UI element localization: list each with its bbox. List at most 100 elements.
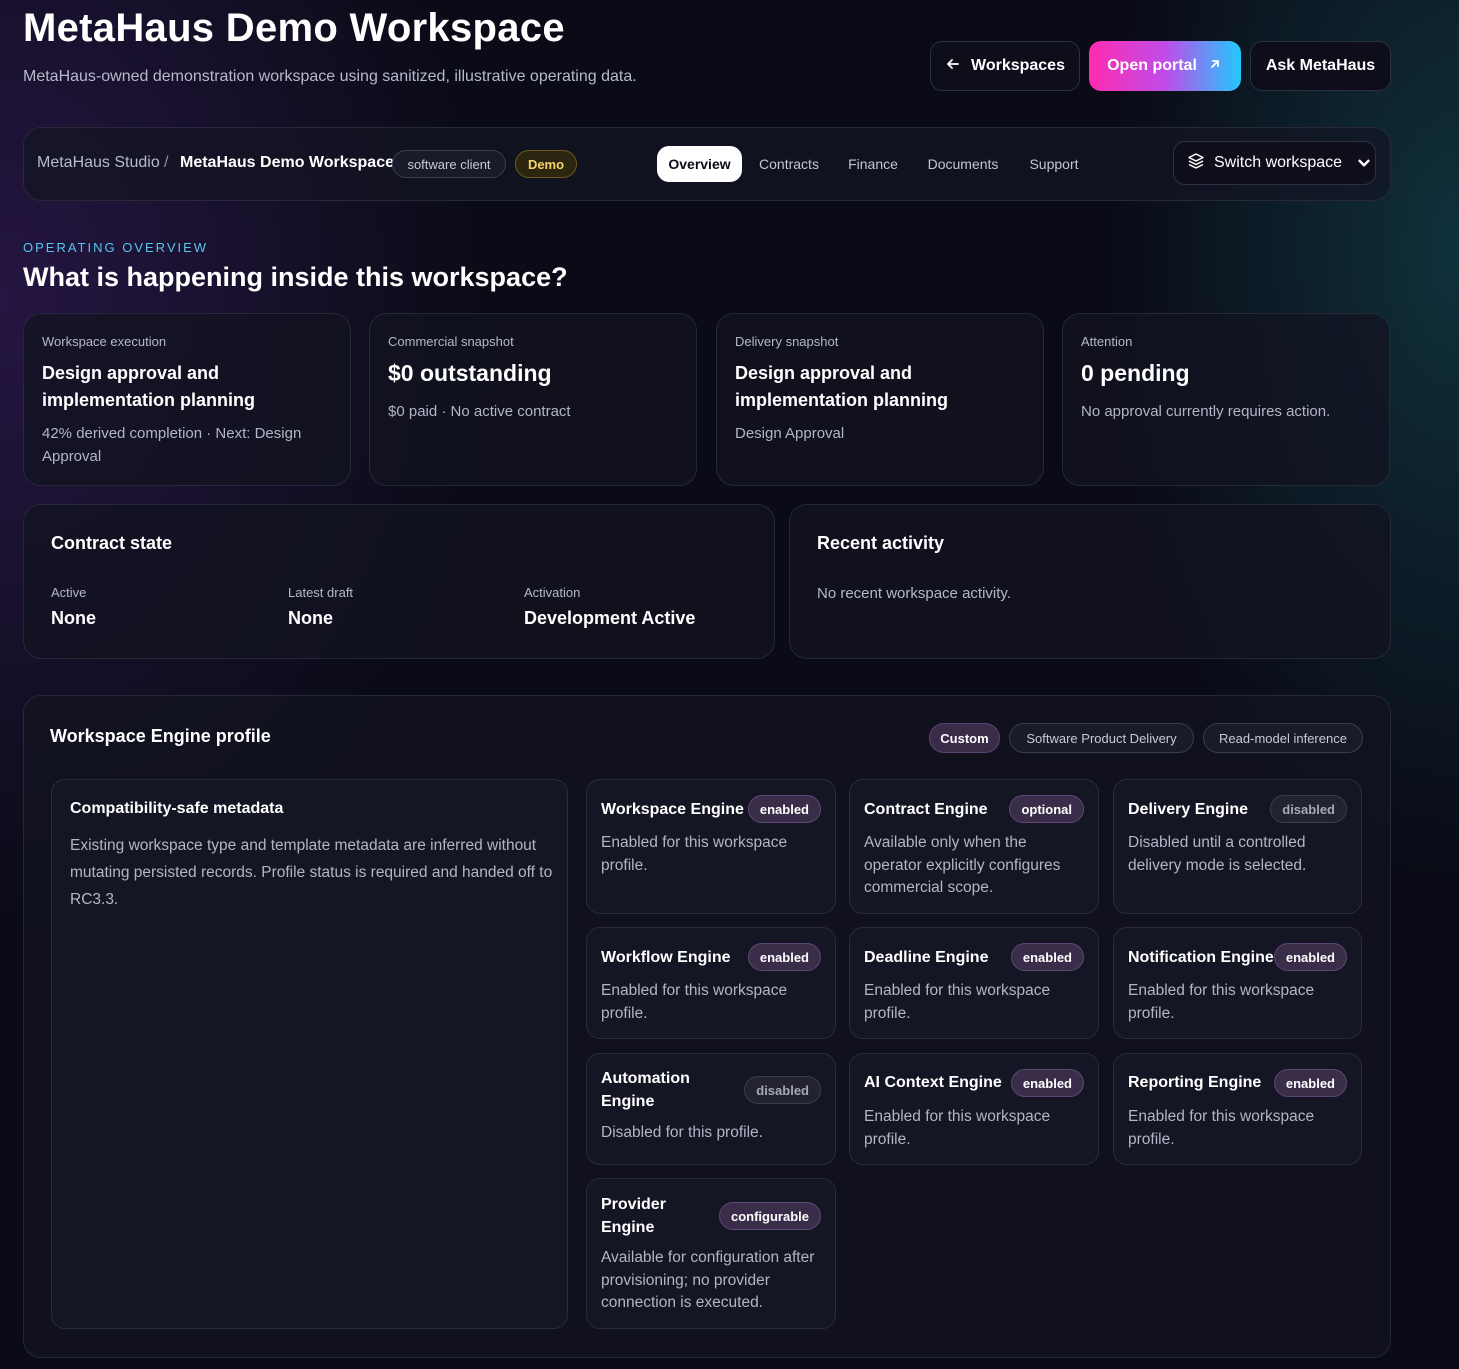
workspace-type-badge: software client	[392, 150, 506, 178]
engine-description: Enabled for this workspace profile.	[864, 982, 1051, 1022]
engine-card-contract: Contract Engine optional Available only …	[849, 779, 1099, 914]
stat-card-delivery-snapshot: Delivery snapshot Design approval and im…	[716, 313, 1044, 486]
profile-tag-template: Software Product Delivery	[1009, 723, 1194, 753]
profile-tag-custom: Custom	[929, 723, 1000, 753]
open-portal-button-label: Open portal	[1107, 57, 1197, 74]
engine-description: Available for configuration after provis…	[601, 1249, 815, 1311]
stat-card-workspace-execution: Workspace execution Design approval and …	[23, 313, 351, 486]
stat-detail: No approval currently requires action.	[1081, 403, 1331, 420]
engine-status-badge: optional	[1009, 795, 1084, 823]
engine-name: AI Context Engine	[864, 1074, 1002, 1091]
engine-status-badge: enabled	[1010, 943, 1084, 971]
stat-value: $0 outstanding	[388, 360, 552, 386]
workspaces-button-label: Workspaces	[971, 57, 1065, 74]
contract-active-value: None	[51, 608, 96, 628]
engine-status-badge: enabled	[747, 795, 821, 823]
contract-state-title: Contract state	[51, 533, 173, 553]
demo-badge: Demo	[515, 150, 577, 178]
engine-card-workspace: Workspace Engine enabled Enabled for thi…	[586, 779, 836, 914]
contract-activation-label: Activation	[524, 585, 581, 600]
switch-workspace-label: Switch workspace	[1214, 154, 1343, 171]
engine-description: Enabled for this workspace profile.	[864, 1108, 1051, 1148]
tab-finance[interactable]: Finance	[842, 146, 904, 182]
contract-state-card: Contract state Active None Latest draft …	[23, 504, 775, 659]
engine-status-badge: enabled	[747, 943, 821, 971]
stat-card-attention: Attention 0 pending No approval currentl…	[1062, 313, 1390, 486]
engine-card-workflow: Workflow Engine enabled Enabled for this…	[586, 927, 836, 1039]
breadcrumb-current: MetaHaus Demo Workspace	[180, 154, 394, 171]
tab-documents[interactable]: Documents	[920, 146, 1006, 182]
engine-name: Delivery Engine	[1128, 801, 1249, 818]
engine-name: Notification Engine	[1128, 949, 1274, 966]
breadcrumb-separator: /	[164, 154, 169, 171]
engine-description: Enabled for this workspace profile.	[1128, 982, 1315, 1022]
arrow-up-right-icon	[1207, 56, 1223, 77]
stat-label: Commercial snapshot	[388, 334, 514, 349]
section-title: What is happening inside this workspace?	[23, 262, 568, 292]
page-title: MetaHaus Demo Workspace	[23, 6, 565, 50]
tab-contracts[interactable]: Contracts	[752, 146, 826, 182]
stat-label: Workspace execution	[42, 334, 167, 349]
engine-description: Enabled for this workspace profile.	[1128, 1108, 1315, 1148]
engine-card-ai-context: AI Context Engine enabled Enabled for th…	[849, 1053, 1099, 1165]
arrow-left-icon	[945, 56, 961, 77]
engine-card-reporting: Reporting Engine enabled Enabled for thi…	[1113, 1053, 1362, 1165]
chevron-down-icon	[1355, 154, 1373, 172]
stat-detail: $0 paid · No active contract	[388, 403, 571, 420]
contract-latest-draft-label: Latest draft	[288, 585, 354, 600]
page-subtitle: MetaHaus-owned demonstration workspace u…	[23, 68, 637, 85]
switch-workspace-dropdown[interactable]: Switch workspace	[1173, 141, 1376, 185]
engine-name: Workflow Engine	[601, 949, 731, 966]
stat-value: Design approval and implementation plann…	[735, 363, 949, 410]
stat-detail: 42% derived completion · Next: Design Ap…	[42, 425, 302, 465]
engine-card-automation: Automation Engine disabled Disabled for …	[586, 1053, 836, 1165]
stat-value: 0 pending	[1081, 360, 1190, 386]
engine-name: Provider Engine	[601, 1196, 666, 1236]
stat-card-commercial-snapshot: Commercial snapshot $0 outstanding $0 pa…	[369, 313, 697, 486]
engine-card-provider: Provider Engine configurable Available f…	[586, 1178, 836, 1329]
stat-label: Attention	[1081, 334, 1133, 349]
contract-activation-value: Development Active	[524, 608, 696, 628]
engine-name: Automation Engine	[601, 1070, 690, 1110]
metadata-body: Existing workspace type and template met…	[70, 837, 553, 908]
engine-profile-title: Workspace Engine profile	[50, 726, 271, 746]
ask-metahaus-button-label: Ask MetaHaus	[1265, 57, 1376, 74]
engine-name: Reporting Engine	[1128, 1074, 1262, 1091]
engine-name: Deadline Engine	[864, 949, 989, 966]
engine-description: Enabled for this workspace profile.	[601, 834, 788, 874]
section-eyebrow: OPERATING OVERVIEW	[23, 240, 209, 255]
engine-description: Available only when the operator explici…	[864, 834, 1061, 896]
stat-value: Design approval and implementation plann…	[42, 363, 256, 410]
engine-status-badge: enabled	[1010, 1069, 1084, 1097]
engine-status-badge: enabled	[1273, 943, 1347, 971]
engine-status-badge: configurable	[718, 1202, 821, 1230]
recent-activity-card: Recent activity No recent workspace acti…	[789, 504, 1391, 659]
engine-status-badge: disabled	[744, 1076, 821, 1104]
engine-card-deadline: Deadline Engine enabled Enabled for this…	[849, 927, 1099, 1039]
engine-card-delivery: Delivery Engine disabled Disabled until …	[1113, 779, 1362, 914]
recent-activity-title: Recent activity	[817, 533, 945, 553]
stat-detail: Design Approval	[735, 425, 845, 442]
engine-status-badge: disabled	[1270, 795, 1347, 823]
engine-description: Disabled until a controlled delivery mod…	[1128, 834, 1307, 874]
profile-tag-source: Read-model inference	[1203, 723, 1363, 753]
metadata-title: Compatibility-safe metadata	[70, 800, 284, 817]
recent-activity-empty-state: No recent workspace activity.	[817, 585, 1011, 602]
contract-latest-draft-value: None	[288, 608, 333, 628]
stat-label: Delivery snapshot	[735, 334, 839, 349]
engine-status-badge: enabled	[1273, 1069, 1347, 1097]
engine-name: Contract Engine	[864, 801, 988, 818]
ask-metahaus-button[interactable]: Ask MetaHaus	[1250, 41, 1391, 91]
engine-description: Enabled for this workspace profile.	[601, 982, 788, 1022]
metadata-card: Compatibility-safe metadata Existing wor…	[51, 779, 568, 1329]
tab-overview[interactable]: Overview	[657, 146, 742, 182]
contract-active-label: Active	[51, 585, 87, 600]
engine-name: Workspace Engine	[601, 801, 744, 818]
breadcrumb-root-link[interactable]: MetaHaus Studio	[37, 154, 160, 172]
layers-icon	[1187, 152, 1205, 175]
engine-description: Disabled for this profile.	[601, 1124, 763, 1141]
open-portal-button[interactable]: Open portal	[1089, 41, 1241, 91]
engine-card-notification: Notification Engine enabled Enabled for …	[1113, 927, 1362, 1039]
tab-support[interactable]: Support	[1021, 146, 1087, 182]
workspaces-button[interactable]: Workspaces	[930, 41, 1080, 91]
